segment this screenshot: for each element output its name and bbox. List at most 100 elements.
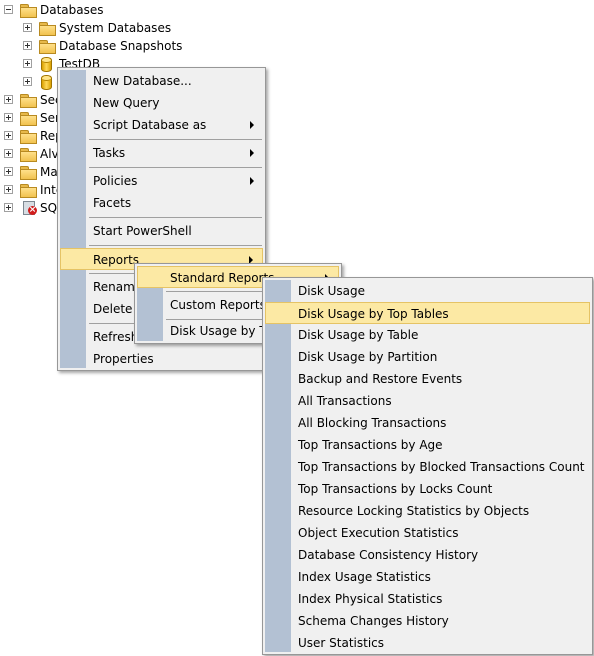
expand-icon[interactable] — [4, 113, 13, 122]
menu-item-index-usage-statistics[interactable]: Index Usage Statistics — [265, 566, 590, 588]
folder-icon — [20, 112, 37, 126]
menu-item-start-powershell[interactable]: Start PowerShell — [60, 220, 263, 242]
tree-node-databases[interactable]: Databases — [4, 1, 204, 19]
menu-item-label: Top Transactions by Locks Count — [298, 482, 493, 496]
menu-item-label: Tasks — [93, 146, 126, 160]
menu-item-label: Refresh — [93, 330, 139, 344]
expand-icon[interactable] — [23, 77, 32, 86]
menu-item-label: Schema Changes History — [298, 614, 449, 628]
tree-node-integration-services[interactable]: Inte — [4, 181, 64, 199]
menu-item-properties[interactable]: Properties — [60, 348, 263, 370]
menu-item-backup-and-restore-events[interactable]: Backup and Restore Events — [265, 368, 590, 390]
menu-item-top-transactions-by-blocked-transactions-count[interactable]: Top Transactions by Blocked Transactions… — [265, 456, 590, 478]
menu-item-facets[interactable]: Facets — [60, 192, 263, 214]
menu-item-label: Index Usage Statistics — [298, 570, 431, 584]
menu-item-all-blocking-transactions[interactable]: All Blocking Transactions — [265, 412, 590, 434]
folder-icon — [39, 22, 56, 36]
expand-icon[interactable] — [4, 203, 13, 212]
menu-item-schema-changes-history[interactable]: Schema Changes History — [265, 610, 590, 632]
menu-item-tasks[interactable]: Tasks — [60, 142, 263, 164]
collapse-icon[interactable] — [4, 5, 13, 14]
menu-item-label: Object Execution Statistics — [298, 526, 459, 540]
submenu-arrow-icon — [250, 121, 254, 129]
menu-item-label: Disk Usage — [298, 284, 365, 298]
folder-icon — [20, 166, 37, 180]
menu-item-label: User Statistics — [298, 636, 385, 650]
tree-node-label: Databases — [40, 3, 104, 17]
menu-item-script-database-as[interactable]: Script Database as — [60, 114, 263, 136]
database-icon — [41, 75, 52, 90]
tree-node-system-databases[interactable]: System Databases — [23, 19, 223, 37]
menu-item-disk-usage-by-partition[interactable]: Disk Usage by Partition — [265, 346, 590, 368]
folder-icon — [20, 184, 37, 198]
menu-separator — [89, 139, 262, 140]
folder-icon — [20, 130, 37, 144]
tree-node-replication[interactable]: Rep — [4, 127, 64, 145]
expand-icon[interactable] — [23, 23, 32, 32]
tree-node-management[interactable]: Ma — [4, 163, 64, 181]
folder-icon — [20, 4, 37, 18]
menu-item-label: Script Database as — [93, 118, 207, 132]
sql-agent-stopped-icon — [22, 201, 37, 215]
menu-item-all-transactions[interactable]: All Transactions — [265, 390, 590, 412]
tree-node-security[interactable]: Sec — [4, 91, 64, 109]
menu-item-label: Top Transactions by Blocked Transactions… — [298, 460, 585, 474]
menu-item-user-statistics[interactable]: User Statistics — [265, 632, 590, 654]
menu-item-object-execution-statistics[interactable]: Object Execution Statistics — [265, 522, 590, 544]
standard-reports-submenu: Disk Usage Disk Usage by Top Tables Disk U… — [262, 277, 593, 655]
folder-icon — [20, 94, 37, 108]
menu-item-label: All Blocking Transactions — [298, 416, 447, 430]
expand-icon[interactable] — [23, 41, 32, 50]
folder-icon — [39, 40, 56, 54]
submenu-arrow-icon — [250, 149, 254, 157]
expand-icon[interactable] — [23, 59, 32, 68]
menu-item-label: Facets — [93, 196, 132, 210]
tree-node-database-snapshots[interactable]: Database Snapshots — [23, 37, 223, 55]
submenu-arrow-icon — [250, 177, 254, 185]
menu-item-label: Policies — [93, 174, 138, 188]
tree-node-label: Alv — [40, 147, 59, 161]
expand-icon[interactable] — [4, 167, 13, 176]
menu-item-label: Standard Reports — [170, 271, 275, 285]
menu-separator — [89, 245, 262, 246]
menu-item-label: New Query — [93, 96, 160, 110]
menu-item-database-consistency-history[interactable]: Database Consistency History — [265, 544, 590, 566]
menu-item-disk-usage[interactable]: Disk Usage — [265, 280, 590, 302]
menu-item-label: Properties — [93, 352, 154, 366]
menu-separator — [89, 167, 262, 168]
menu-item-new-database[interactable]: New Database... — [60, 70, 263, 92]
expand-icon[interactable] — [4, 149, 13, 158]
menu-item-label: Resource Locking Statistics by Objects — [298, 504, 530, 518]
menu-item-new-query[interactable]: New Query — [60, 92, 263, 114]
tree-node-server-objects[interactable]: Ser — [4, 109, 64, 127]
menu-item-top-transactions-by-locks-count[interactable]: Top Transactions by Locks Count — [265, 478, 590, 500]
tree-node-label: System Databases — [59, 21, 172, 35]
tree-node-label: Ma — [40, 165, 58, 179]
menu-item-resource-locking-statistics-by-objects[interactable]: Resource Locking Statistics by Objects — [265, 500, 590, 522]
menu-item-index-physical-statistics[interactable]: Index Physical Statistics — [265, 588, 590, 610]
menu-item-label: Disk Usage by Top Tables — [298, 307, 449, 321]
menu-item-label: All Transactions — [298, 394, 392, 408]
menu-item-top-transactions-by-age[interactable]: Top Transactions by Age — [265, 434, 590, 456]
database-icon — [41, 57, 52, 72]
menu-item-disk-usage-by-top-tables[interactable]: Disk Usage by Top Tables — [265, 302, 590, 324]
menu-item-policies[interactable]: Policies — [60, 170, 263, 192]
menu-separator — [89, 217, 262, 218]
expand-icon[interactable] — [4, 131, 13, 140]
folder-icon — [20, 148, 37, 162]
menu-item-label: Disk Usage by Partition — [298, 350, 438, 364]
menu-item-disk-usage-by-table[interactable]: Disk Usage by Table — [265, 324, 590, 346]
tree-node-alwayson[interactable]: Alv — [4, 145, 64, 163]
tree-node-label: SQ — [40, 201, 58, 215]
menu-item-label: Backup and Restore Events — [298, 372, 463, 386]
expand-icon[interactable] — [4, 95, 13, 104]
tree-node-label: Database Snapshots — [59, 39, 183, 53]
menu-item-label: Top Transactions by Age — [298, 438, 443, 452]
menu-item-label: Reports — [93, 253, 140, 267]
menu-item-label: Delete — [93, 302, 133, 316]
menu-item-label: Disk Usage by Table — [298, 328, 419, 342]
menu-item-label: Index Physical Statistics — [298, 592, 443, 606]
tree-node-sql-agent[interactable]: SQ — [4, 199, 64, 217]
expand-icon[interactable] — [4, 185, 13, 194]
menu-item-label: Start PowerShell — [93, 224, 192, 238]
